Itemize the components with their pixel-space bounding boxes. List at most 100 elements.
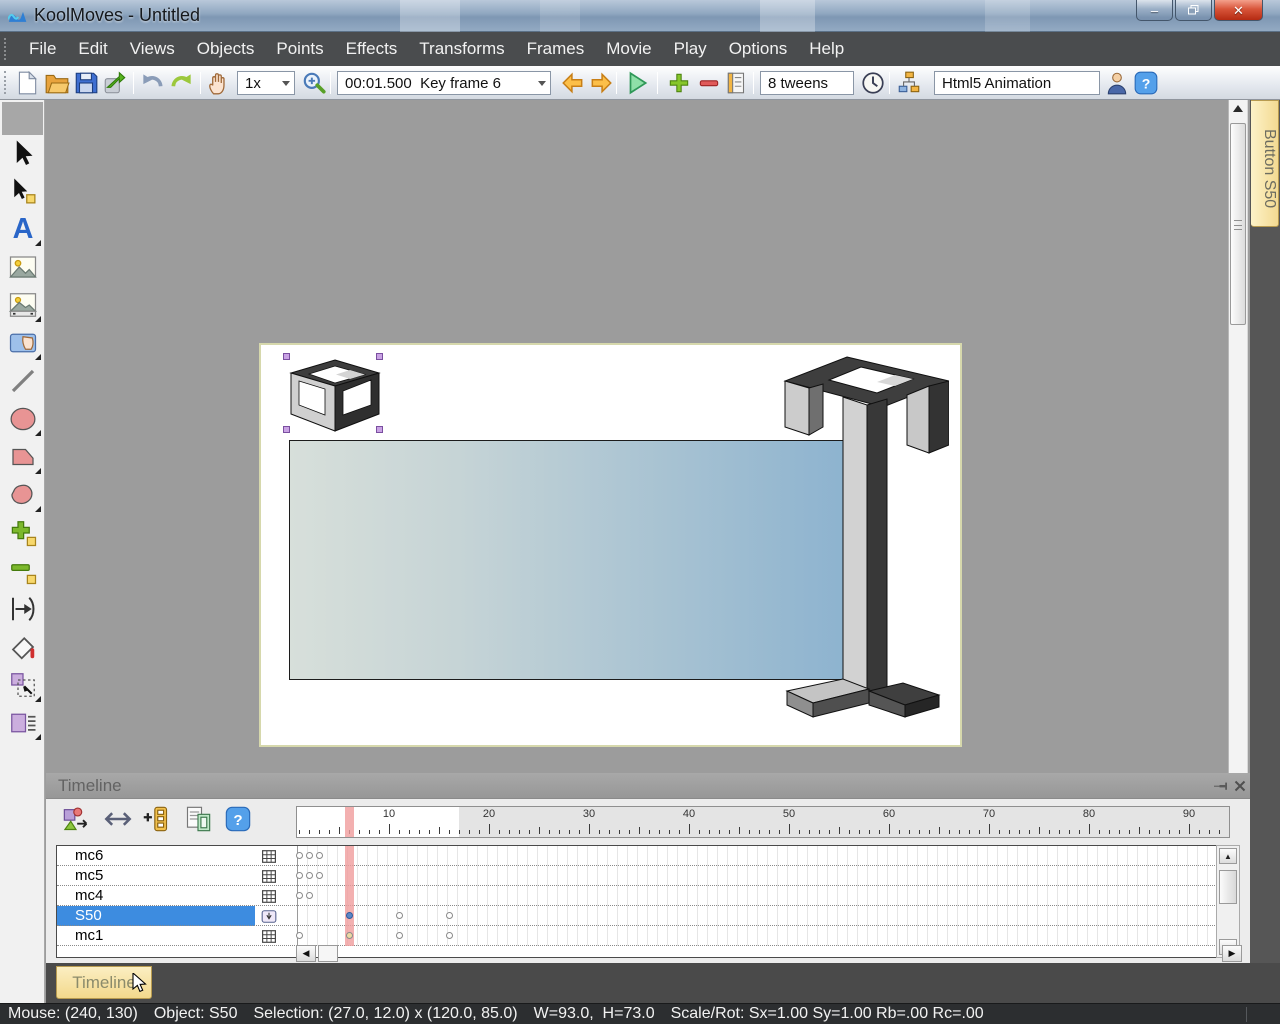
keyframe-dot-mc1-16[interactable]: [446, 932, 453, 939]
select-tool[interactable]: [8, 138, 38, 168]
keyframe-dot-S50-16[interactable]: [446, 912, 453, 919]
canvas-scrollbar-thumb[interactable]: [1230, 123, 1246, 325]
keyframe-dot-mc1-11[interactable]: [396, 932, 403, 939]
keyframe-dot-mc5-1[interactable]: [296, 872, 303, 879]
export-format-field[interactable]: Html5 Animation: [934, 71, 1100, 95]
open-button[interactable]: [44, 70, 70, 96]
keyframe-dot-mc6-3[interactable]: [316, 852, 323, 859]
image-tool[interactable]: [8, 252, 38, 282]
menu-play[interactable]: Play: [663, 39, 718, 59]
cube-logo-shape[interactable]: [289, 359, 382, 432]
scroll-up-icon[interactable]: ▲: [1219, 848, 1237, 864]
menu-help[interactable]: Help: [798, 39, 855, 59]
timeline-scrollbar-thumb[interactable]: [1219, 870, 1237, 904]
menu-movie[interactable]: Movie: [595, 39, 662, 59]
menu-points[interactable]: Points: [265, 39, 334, 59]
close-button[interactable]: ✕: [1214, 0, 1263, 21]
canvas-vertical-scrollbar[interactable]: [1228, 100, 1248, 773]
fill-tool[interactable]: [8, 632, 38, 662]
keyframe-dot-mc4-2[interactable]: [306, 892, 313, 899]
keyframe-dot-mc5-2[interactable]: [306, 872, 313, 879]
next-frame-button[interactable]: [588, 70, 614, 96]
pan-button[interactable]: [206, 70, 232, 96]
frame-grid[interactable]: [298, 846, 1215, 946]
selection-handle-bottom-right[interactable]: [376, 426, 383, 433]
undo-button[interactable]: [139, 70, 165, 96]
selection-handle-top-left[interactable]: [283, 353, 290, 360]
tweens-field[interactable]: 8 tweens: [760, 71, 854, 95]
keyframe-dot-S50-6[interactable]: [346, 912, 353, 919]
movie-stage[interactable]: [259, 343, 962, 747]
delete-frame-button[interactable]: [696, 70, 722, 96]
play-button[interactable]: [624, 70, 650, 96]
menu-options[interactable]: Options: [718, 39, 799, 59]
tweens-clock-button[interactable]: [860, 70, 886, 96]
pin-icon[interactable]: [1212, 778, 1228, 794]
zoom-combo-arrow-icon[interactable]: [279, 73, 293, 93]
keyframe-dot-mc6-1[interactable]: [296, 852, 303, 859]
maximize-button[interactable]: [1175, 0, 1212, 21]
transform-tool[interactable]: [8, 670, 38, 700]
playhead[interactable]: [345, 807, 354, 838]
selection-handle-top-right[interactable]: [376, 353, 383, 360]
stretch-frames-button[interactable]: [104, 805, 132, 833]
scroll-left-icon[interactable]: ◀: [296, 945, 316, 962]
scroll-right-icon[interactable]: ▶: [1222, 945, 1242, 962]
shape-to-frame-button[interactable]: [62, 805, 90, 833]
keyframe-combo-arrow-icon[interactable]: [535, 73, 549, 93]
timeline-hscrollbar-thumb[interactable]: [318, 945, 338, 962]
point-select-tool[interactable]: [8, 176, 38, 206]
line-tool[interactable]: [8, 366, 38, 396]
canvas-area[interactable]: [46, 100, 1228, 773]
insert-frames-button[interactable]: [142, 805, 170, 833]
remove-points-tool[interactable]: [8, 556, 38, 586]
timeline-row-label-mc6[interactable]: mc6: [57, 846, 255, 866]
frame-list-button[interactable]: [724, 70, 750, 96]
reshape-tool[interactable]: [8, 594, 38, 624]
add-frame-button[interactable]: [666, 70, 692, 96]
help-button[interactable]: ?: [1133, 70, 1159, 96]
timeline-vertical-scrollbar[interactable]: ▲ ▼: [1216, 845, 1240, 958]
add-points-tool[interactable]: [8, 518, 38, 548]
keyframe-dot-mc6-2[interactable]: [306, 852, 313, 859]
timeline-row-label-mc1[interactable]: mc1: [57, 926, 255, 946]
menu-transforms[interactable]: Transforms: [408, 39, 515, 59]
menu-file[interactable]: File: [18, 39, 67, 59]
current-tool-swatch[interactable]: [2, 102, 43, 135]
menu-views[interactable]: Views: [119, 39, 186, 59]
keyframe-dot-mc4-1[interactable]: [296, 892, 303, 899]
minimize-button[interactable]: –: [1136, 0, 1173, 21]
movie-image-tool[interactable]: [8, 290, 38, 320]
scroll-up-icon[interactable]: [1232, 104, 1244, 114]
menu-objects[interactable]: Objects: [186, 39, 266, 59]
button-s50-panel-tab[interactable]: Button S50: [1251, 100, 1279, 227]
playhead-rows[interactable]: [345, 846, 354, 946]
timeline-ruler[interactable]: 102030405060708090: [296, 806, 1230, 838]
stack-order-tool[interactable]: [8, 708, 38, 738]
user-button[interactable]: [1104, 70, 1130, 96]
text-tool[interactable]: A: [8, 214, 38, 244]
export-button[interactable]: [102, 70, 128, 96]
button-tool[interactable]: [8, 328, 38, 358]
timeline-close-icon[interactable]: [1232, 778, 1248, 794]
save-button[interactable]: [73, 70, 99, 96]
gradient-rectangle[interactable]: [289, 440, 848, 680]
selection-handle-bottom-left[interactable]: [283, 426, 290, 433]
keyframe-dot-mc1-6[interactable]: [346, 932, 353, 939]
menu-edit[interactable]: Edit: [67, 39, 118, 59]
keyframe-dot-S50-11[interactable]: [396, 912, 403, 919]
zoom-button[interactable]: [301, 70, 327, 96]
timeline-row-label-mc4[interactable]: mc4: [57, 886, 255, 906]
timeline-row-label-S50[interactable]: S50: [57, 906, 255, 926]
timeline-help-button[interactable]: ?: [224, 805, 252, 833]
keyframe-dot-mc1-1[interactable]: [296, 932, 303, 939]
frame-properties-button[interactable]: [184, 805, 212, 833]
previous-frame-button[interactable]: [560, 70, 586, 96]
keyframe-combo[interactable]: 00:01.500 Key frame 6: [337, 71, 551, 95]
menu-frames[interactable]: Frames: [516, 39, 596, 59]
bracket-3d-shape[interactable]: [783, 355, 949, 735]
rectangle-tool[interactable]: [8, 442, 38, 472]
redo-button[interactable]: [169, 70, 195, 96]
timeline-row-label-mc5[interactable]: mc5: [57, 866, 255, 886]
freeform-tool[interactable]: [8, 480, 38, 510]
